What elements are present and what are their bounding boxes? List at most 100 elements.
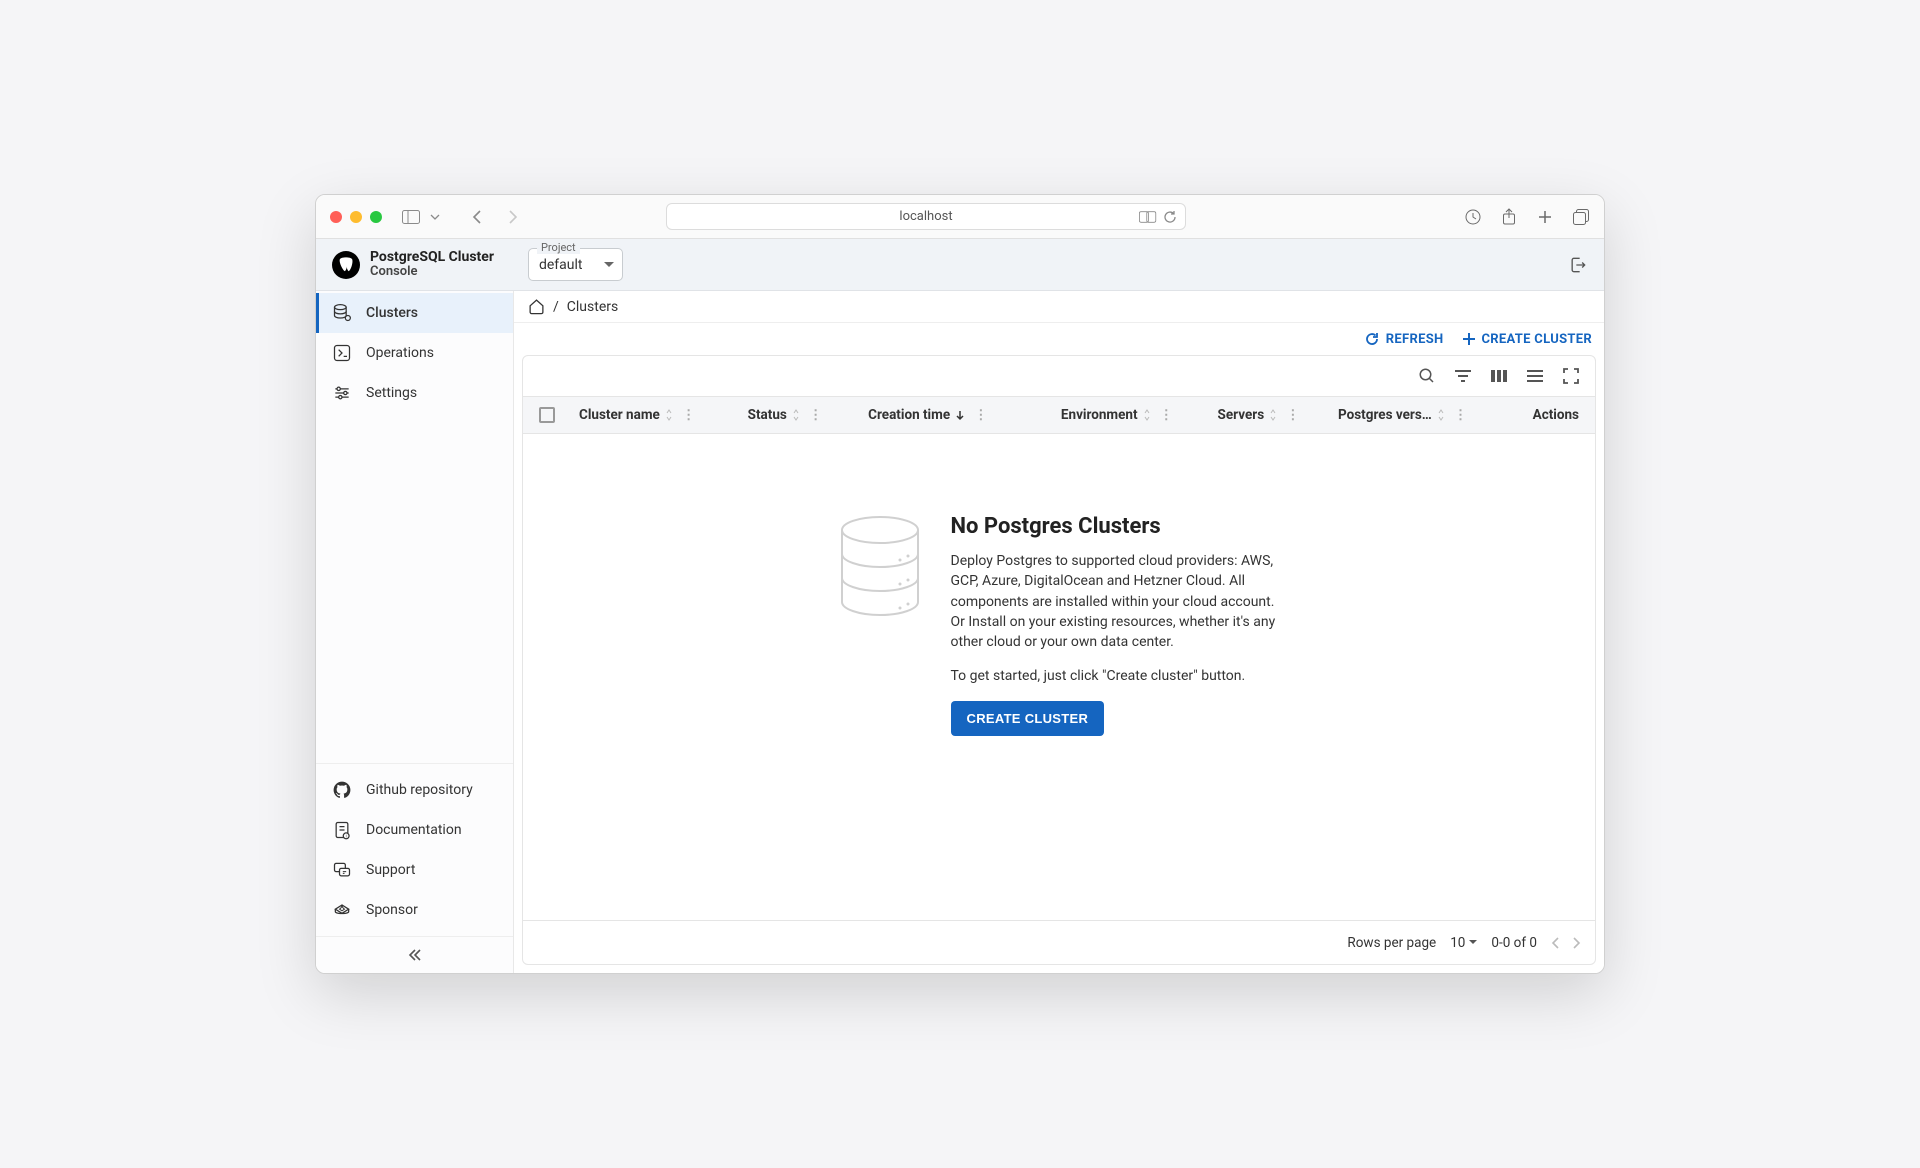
browser-titlebar: localhost (316, 195, 1604, 239)
empty-create-cluster-button[interactable]: CREATE CLUSTER (951, 701, 1105, 736)
browser-window: localhost (315, 194, 1605, 974)
sidebar-collapse-button[interactable] (316, 936, 513, 973)
nav-label: Sponsor (366, 902, 418, 918)
column-menu-icon[interactable]: ⋮ (1160, 407, 1174, 423)
pagination-range: 0-0 of 0 (1491, 935, 1537, 951)
chevron-down-icon[interactable] (426, 208, 444, 226)
nav-label: Clusters (366, 305, 418, 321)
chevron-down-icon (1469, 940, 1477, 945)
sidebar-item-sponsor[interactable]: Sponsor (316, 890, 513, 930)
app-subtitle: Console (370, 265, 494, 279)
window-maximize[interactable] (370, 211, 382, 223)
project-value: default (539, 257, 583, 273)
th-environment[interactable]: Environment (1061, 407, 1138, 423)
plus-icon[interactable] (1536, 208, 1554, 226)
home-icon[interactable] (528, 298, 545, 315)
sidebar-item-settings[interactable]: Settings (316, 373, 513, 413)
sidebar-item-operations[interactable]: Operations (316, 333, 513, 373)
breadcrumb-current: Clusters (567, 299, 618, 315)
breadcrumb-sep: / (553, 299, 559, 315)
reload-icon[interactable] (1163, 210, 1177, 224)
settings-icon (332, 383, 352, 403)
refresh-label: REFRESH (1386, 332, 1444, 347)
url-text: localhost (899, 209, 952, 224)
chevron-double-left-icon (407, 947, 423, 963)
project-select[interactable]: Project default (528, 248, 623, 281)
th-servers[interactable]: Servers (1218, 407, 1265, 423)
window-close[interactable] (330, 211, 342, 223)
sort-icon[interactable] (1268, 409, 1278, 421)
empty-state: No Postgres Clusters Deploy Postgres to … (523, 434, 1595, 920)
sidebar: Clusters Operations Settings (316, 291, 514, 973)
empty-description-1: Deploy Postgres to supported cloud provi… (951, 551, 1281, 652)
next-page-button[interactable] (1573, 937, 1581, 949)
column-menu-icon[interactable]: ⋮ (974, 407, 988, 423)
sort-icon[interactable] (791, 409, 801, 421)
sidebar-item-documentation[interactable]: i Documentation (316, 810, 513, 850)
create-label: CREATE CLUSTER (1482, 332, 1593, 347)
logout-button[interactable] (1568, 255, 1588, 275)
share-icon[interactable] (1500, 208, 1518, 226)
refresh-button[interactable]: REFRESH (1364, 331, 1444, 347)
window-minimize[interactable] (350, 211, 362, 223)
rows-per-page-label: Rows per page (1347, 935, 1436, 951)
sidebar-toggle-icon[interactable] (402, 208, 420, 226)
columns-icon[interactable] (1489, 366, 1509, 386)
sort-icon[interactable] (1142, 409, 1152, 421)
table-header-row: Cluster name ⋮ Status ⋮ Creation time ⋮ (523, 396, 1595, 434)
empty-database-icon (838, 514, 923, 624)
sidebar-item-clusters[interactable]: Clusters (316, 293, 513, 333)
create-cluster-button[interactable]: CREATE CLUSTER (1462, 332, 1593, 347)
sidebar-item-github[interactable]: Github repository (316, 770, 513, 810)
sidebar-item-support[interactable]: Support (316, 850, 513, 890)
tabs-icon[interactable] (1572, 208, 1590, 226)
nav-label: Operations (366, 345, 434, 361)
sort-down-icon[interactable] (954, 409, 966, 421)
th-creation-time[interactable]: Creation time (868, 407, 950, 423)
main-content: / Clusters REFRESH CREATE CLUSTER (514, 291, 1604, 973)
history-icon[interactable] (1464, 208, 1482, 226)
prev-page-button[interactable] (1551, 937, 1559, 949)
table-footer: Rows per page 10 0-0 of 0 (523, 920, 1595, 964)
sort-icon[interactable] (664, 409, 674, 421)
empty-title: No Postgres Clusters (951, 514, 1281, 539)
density-icon[interactable] (1525, 366, 1545, 386)
app-title: PostgreSQL Cluster (370, 250, 494, 265)
reader-icon[interactable] (1139, 211, 1157, 223)
th-status[interactable]: Status (748, 407, 787, 423)
search-icon[interactable] (1417, 366, 1437, 386)
column-menu-icon[interactable]: ⋮ (809, 407, 823, 423)
forward-button[interactable] (504, 208, 522, 226)
th-cluster-name[interactable]: Cluster name (579, 407, 660, 423)
github-icon (332, 780, 352, 800)
select-all-checkbox[interactable] (539, 407, 555, 423)
project-label: Project (537, 241, 580, 254)
app-header: PostgreSQL Cluster Console Project defau… (316, 239, 1604, 291)
column-menu-icon[interactable]: ⋮ (1286, 407, 1300, 423)
empty-description-2: To get started, just click "Create clust… (951, 666, 1281, 686)
rows-value: 10 (1450, 935, 1465, 951)
clusters-table: Cluster name ⋮ Status ⋮ Creation time ⋮ (522, 355, 1596, 965)
th-postgres-version[interactable]: Postgres vers… (1338, 407, 1432, 423)
svg-text:i: i (346, 835, 347, 840)
back-button[interactable] (468, 208, 486, 226)
refresh-icon (1364, 331, 1380, 347)
sort-icon[interactable] (1436, 409, 1446, 421)
column-menu-icon[interactable]: ⋮ (682, 407, 696, 423)
support-icon (332, 860, 352, 880)
column-menu-icon[interactable]: ⋮ (1454, 407, 1468, 423)
traffic-lights (330, 211, 382, 223)
rows-per-page-select[interactable]: 10 (1450, 935, 1477, 951)
database-icon (332, 303, 352, 323)
documentation-icon: i (332, 820, 352, 840)
address-bar[interactable]: localhost (666, 203, 1186, 230)
nav-label: Support (366, 862, 415, 878)
chevron-down-icon (604, 262, 614, 267)
fullscreen-icon[interactable] (1561, 366, 1581, 386)
filter-icon[interactable] (1453, 366, 1473, 386)
page-toolbar: REFRESH CREATE CLUSTER (514, 323, 1604, 355)
nav-label: Github repository (366, 782, 473, 798)
operations-icon (332, 343, 352, 363)
sponsor-icon (332, 900, 352, 920)
plus-icon (1462, 332, 1476, 346)
